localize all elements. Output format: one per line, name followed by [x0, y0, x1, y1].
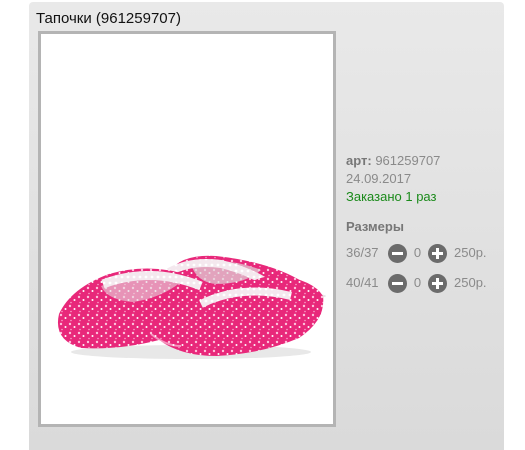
plus-icon[interactable]	[428, 243, 447, 263]
sizes-title: Размеры	[346, 219, 404, 234]
product-title: Тапочки (961259707)	[36, 10, 181, 27]
product-date: 24.09.2017	[346, 171, 412, 186]
minus-icon[interactable]	[388, 273, 407, 293]
product-info: арт: 961259707 24.09.2017 Заказано 1 раз…	[346, 152, 487, 296]
size-row: 36/37 0 250р.	[346, 240, 487, 266]
slippers-image	[57, 255, 326, 359]
article-value: 961259707	[375, 153, 441, 168]
minus-icon[interactable]	[388, 243, 407, 263]
size-price: 250р.	[454, 245, 487, 260]
article-line: арт: 961259707	[346, 152, 487, 170]
size-label: 40/41	[346, 275, 379, 290]
plus-icon[interactable]	[428, 273, 447, 293]
quantity-value: 0	[413, 275, 422, 290]
ordered-count: Заказано 1 раз	[346, 189, 437, 204]
product-photo[interactable]	[38, 31, 336, 427]
quantity-value: 0	[413, 245, 422, 260]
article-label: арт:	[346, 153, 372, 168]
size-label: 36/37	[346, 245, 379, 260]
size-row: 40/41 0 250р.	[346, 270, 487, 296]
product-card: Тапочки (961259707) арт: 961259707 24.09…	[29, 2, 504, 450]
size-price: 250р.	[454, 275, 487, 290]
